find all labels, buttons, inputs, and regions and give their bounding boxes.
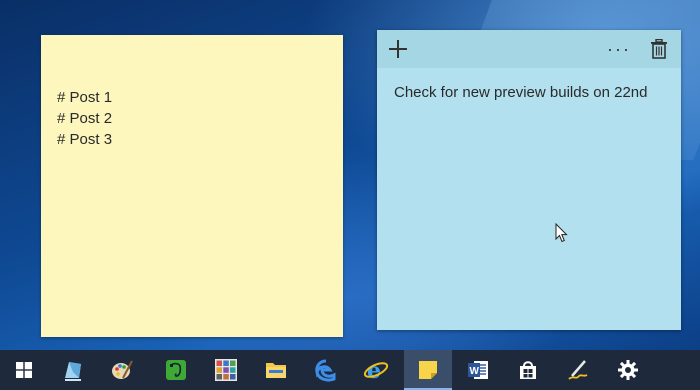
taskbar-settings[interactable] — [604, 350, 652, 390]
note-content[interactable]: Check for new preview builds on 22nd — [394, 82, 654, 103]
sticky-note-yellow[interactable]: # Post 1 # Post 2 # Post 3 — [41, 35, 343, 337]
add-note-button[interactable] — [385, 35, 411, 63]
folder-icon — [266, 363, 286, 378]
note-content[interactable]: # Post 1 # Post 2 # Post 3 — [57, 87, 112, 150]
more-options-button[interactable]: ··· — [607, 35, 631, 63]
taskbar-pen-app[interactable] — [554, 350, 602, 390]
store-icon — [520, 361, 536, 379]
note-line: # Post 3 — [57, 131, 113, 148]
note-line: # Post 2 — [57, 110, 113, 127]
edge-icon — [315, 359, 336, 382]
mouse-cursor-icon — [555, 223, 568, 243]
taskbar-photo-gallery[interactable] — [202, 350, 250, 390]
sticky-notes-icon — [419, 361, 437, 379]
ie-icon: e — [363, 358, 389, 382]
start-button[interactable] — [0, 350, 48, 390]
svg-text:W: W — [470, 366, 480, 377]
taskbar-store[interactable] — [504, 350, 552, 390]
word-icon: W — [468, 361, 488, 379]
taskbar-word[interactable]: W — [454, 350, 502, 390]
paint-palette-icon — [112, 360, 133, 379]
taskbar: e W — [0, 350, 700, 390]
photo-gallery-icon — [215, 359, 237, 381]
gear-icon — [618, 360, 638, 380]
pen-icon — [568, 360, 588, 380]
windows-logo-icon — [16, 362, 32, 378]
delete-note-button[interactable] — [647, 35, 671, 63]
evernote-icon — [166, 360, 186, 380]
sticky-note-blue[interactable]: ··· Check for new preview builds on 22nd — [377, 30, 681, 330]
taskbar-edge[interactable] — [302, 350, 350, 390]
svg-text:e: e — [367, 358, 381, 382]
taskbar-file-explorer[interactable] — [252, 350, 300, 390]
note-toolbar: ··· — [377, 30, 681, 68]
plus-icon — [389, 40, 407, 58]
taskbar-internet-explorer[interactable]: e — [352, 350, 400, 390]
paint-3d-icon — [65, 362, 81, 381]
taskbar-paint-3d[interactable] — [49, 350, 97, 390]
taskbar-paint[interactable] — [98, 350, 146, 390]
taskbar-sticky-notes[interactable] — [404, 350, 452, 390]
trash-icon — [651, 39, 667, 59]
note-line: # Post 1 — [57, 89, 113, 106]
taskbar-evernote[interactable] — [152, 350, 200, 390]
more-icon: ··· — [607, 39, 631, 59]
